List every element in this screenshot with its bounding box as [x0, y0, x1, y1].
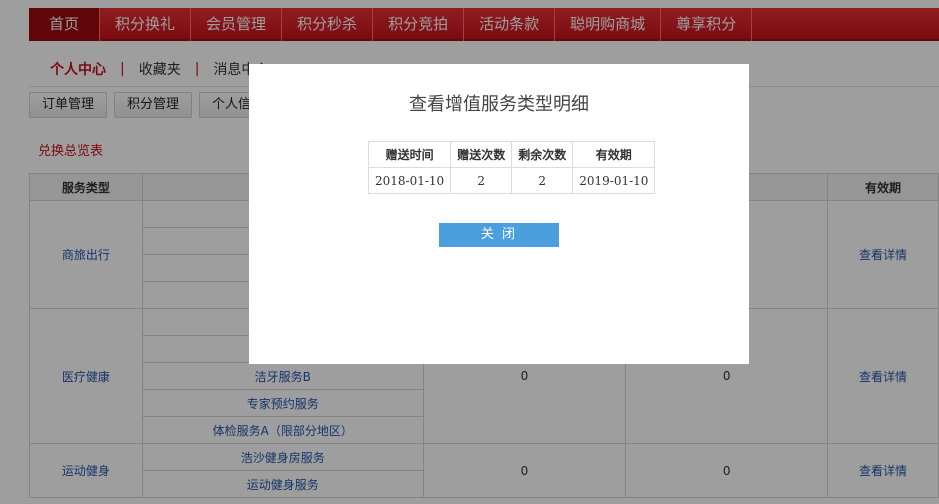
close-button[interactable]: 关 闭: [439, 223, 559, 247]
gift-time-cell: 2018-01-10: [367, 167, 452, 194]
valid-until-cell: 2019-01-10: [572, 167, 656, 194]
header-gift-count: 赠送次数: [450, 141, 513, 168]
service-detail-table: 赠送时间 赠送次数 剩余次数 有效期 2018-01-10 2 2 2019-0…: [367, 141, 656, 194]
header-remaining-count: 剩余次数: [511, 141, 574, 168]
remaining-count-cell: 2: [511, 167, 574, 194]
gift-count-cell: 2: [450, 167, 513, 194]
service-detail-modal: 查看增值服务类型明细 赠送时间 赠送次数 剩余次数 有效期 2018-01-10…: [249, 64, 749, 364]
table-row: 2018-01-10 2 2 2019-01-10: [367, 167, 656, 194]
modal-title: 查看增值服务类型明细: [409, 94, 589, 115]
detail-header-row: 赠送时间 赠送次数 剩余次数 有效期: [367, 141, 656, 168]
header-valid-until: 有效期: [572, 141, 656, 168]
header-gift-time: 赠送时间: [367, 141, 452, 168]
